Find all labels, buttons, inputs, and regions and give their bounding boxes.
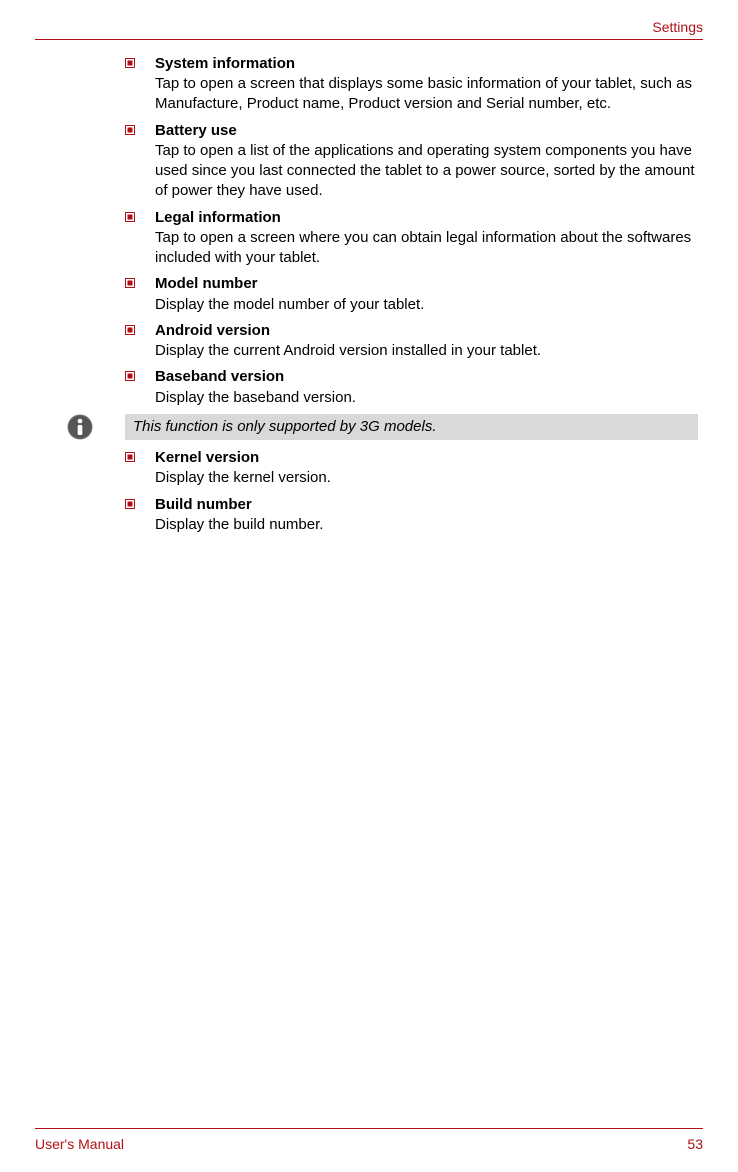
square-bullet-icon — [125, 371, 135, 381]
square-bullet-icon — [125, 325, 135, 335]
square-bullet-icon — [125, 499, 135, 509]
item-desc: Tap to open a list of the applications a… — [155, 141, 698, 202]
content-area: System information Tap to open a screen … — [35, 54, 703, 1128]
page-header: Settings — [35, 18, 703, 39]
item-desc: Display the baseband version. — [155, 388, 698, 408]
page-footer: User's Manual 53 — [35, 1128, 703, 1172]
info-icon — [67, 414, 93, 440]
list-item: Baseband version Display the baseband ve… — [125, 367, 698, 408]
item-title: System information — [155, 54, 698, 74]
square-bullet-icon — [125, 125, 135, 135]
list-item: Legal information Tap to open a screen w… — [125, 208, 698, 269]
item-title: Legal information — [155, 208, 698, 228]
list-item: System information Tap to open a screen … — [125, 54, 698, 115]
item-title: Battery use — [155, 121, 698, 141]
square-bullet-icon — [125, 452, 135, 462]
item-desc: Display the kernel version. — [155, 468, 698, 488]
item-title: Kernel version — [155, 448, 698, 468]
list-item: Battery use Tap to open a list of the ap… — [125, 121, 698, 202]
square-bullet-icon — [125, 278, 135, 288]
item-title: Build number — [155, 495, 698, 515]
list-item: Model number Display the model number of… — [125, 274, 698, 315]
list-item: Kernel version Display the kernel versio… — [125, 448, 698, 489]
section-title: Settings — [652, 18, 703, 37]
item-title: Android version — [155, 321, 698, 341]
square-bullet-icon — [125, 212, 135, 222]
item-desc: Display the model number of your tablet. — [155, 295, 698, 315]
item-title: Model number — [155, 274, 698, 294]
item-title: Baseband version — [155, 367, 698, 387]
note-text: This function is only supported by 3G mo… — [125, 414, 698, 440]
item-desc: Tap to open a screen that displays some … — [155, 74, 698, 115]
note-callout: This function is only supported by 3G mo… — [67, 414, 698, 440]
item-desc: Tap to open a screen where you can obtai… — [155, 228, 698, 269]
item-desc: Display the build number. — [155, 515, 698, 535]
header-rule — [35, 39, 703, 40]
footer-page-number: 53 — [687, 1135, 703, 1154]
list-item: Build number Display the build number. — [125, 495, 698, 536]
list-item: Android version Display the current Andr… — [125, 321, 698, 362]
footer-left: User's Manual — [35, 1135, 124, 1154]
square-bullet-icon — [125, 58, 135, 68]
item-desc: Display the current Android version inst… — [155, 341, 698, 361]
